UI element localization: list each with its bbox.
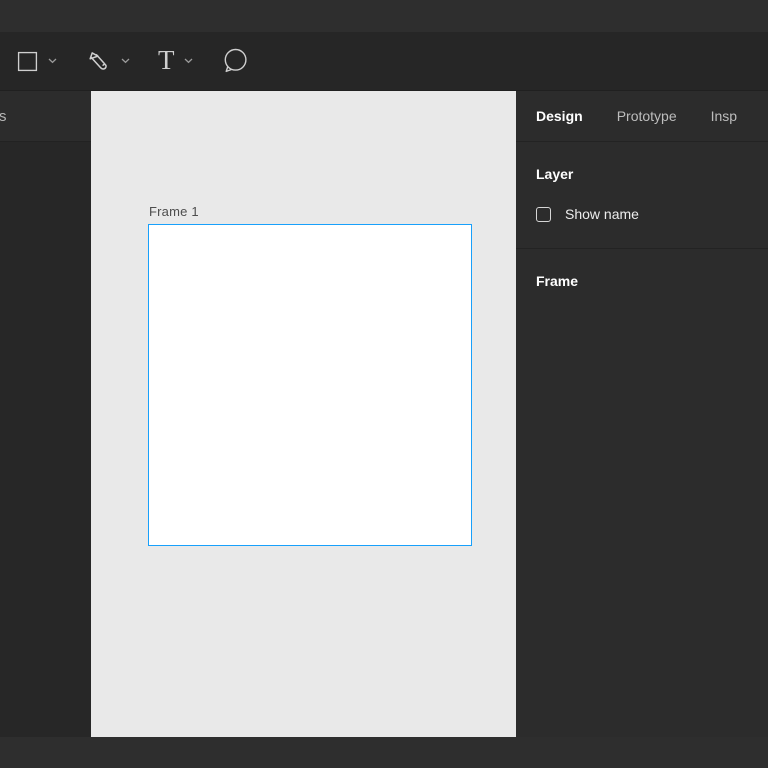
properties-panel: Design Prototype Insp Layer Show name Fr… [516, 91, 768, 737]
layer-section: Layer Show name [516, 142, 768, 249]
comment-bubble-icon [221, 47, 249, 75]
pen-icon [85, 48, 112, 75]
window-bottom-strip [0, 737, 768, 768]
canvas[interactable]: Frame 1 [91, 91, 516, 737]
rectangle-icon [16, 50, 39, 73]
comment-tool-button[interactable] [219, 45, 251, 77]
panel-tabs: Design Prototype Insp [516, 91, 768, 142]
pen-tool-button[interactable] [83, 46, 114, 77]
frame-section-title: Frame [536, 273, 579, 289]
workspace: s Frame 1 Design Prototype Insp Layer Sh… [0, 91, 768, 737]
window-top-strip [0, 0, 768, 32]
toolbar: T [0, 32, 768, 91]
comment-tool-group [219, 45, 251, 77]
app-window: T s Frame 1 Design Prototype Insp Layer … [0, 0, 768, 768]
frame-1[interactable] [148, 224, 472, 546]
shape-tool-dropdown[interactable] [44, 54, 61, 68]
chevron-down-icon [184, 58, 193, 64]
tab-inspect[interactable]: Insp [711, 108, 737, 124]
shape-tool-group [14, 48, 61, 75]
shape-tool-button[interactable] [14, 48, 41, 75]
tab-design[interactable]: Design [536, 108, 583, 124]
layer-section-title: Layer [536, 166, 574, 182]
show-name-row[interactable]: Show name [536, 206, 768, 222]
frame-section: Frame [516, 249, 768, 289]
frame-name-label[interactable]: Frame 1 [149, 204, 199, 219]
left-panel-content [0, 142, 91, 737]
left-panel-edge: s [0, 91, 91, 737]
text-tool-dropdown[interactable] [180, 54, 197, 68]
left-panel-cutoff-text: s [0, 107, 7, 125]
left-panel-tabrow[interactable]: s [0, 91, 91, 142]
show-name-checkbox[interactable] [536, 206, 551, 222]
tab-prototype[interactable]: Prototype [617, 108, 677, 124]
pen-tool-dropdown[interactable] [117, 54, 134, 68]
text-tool-icon: T [158, 44, 175, 75]
text-tool-button[interactable]: T [156, 45, 177, 78]
pen-tool-group [83, 46, 134, 77]
show-name-label: Show name [565, 206, 639, 222]
text-tool-group: T [156, 45, 197, 78]
chevron-down-icon [121, 58, 130, 64]
chevron-down-icon [48, 58, 57, 64]
